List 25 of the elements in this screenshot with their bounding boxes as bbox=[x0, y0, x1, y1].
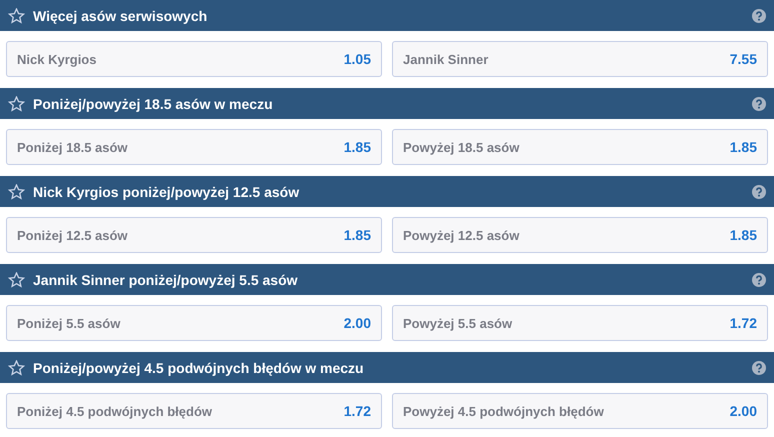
help-icon[interactable] bbox=[752, 184, 766, 198]
star-icon[interactable] bbox=[8, 272, 25, 288]
odds-button[interactable]: Powyżej 12.5 asów 1.85 bbox=[392, 217, 768, 253]
help-icon[interactable] bbox=[752, 96, 766, 110]
odds-button[interactable]: Poniżej 12.5 asów 1.85 bbox=[6, 217, 382, 253]
odds-button[interactable]: Poniżej 5.5 asów 2.00 bbox=[6, 305, 382, 341]
market-title: Nick Kyrgios poniżej/powyżej 12.5 asów bbox=[33, 184, 300, 200]
star-icon[interactable] bbox=[8, 96, 25, 112]
market-title: Więcej asów serwisowych bbox=[33, 8, 208, 24]
market-title: Poniżej/powyżej 18.5 asów w meczu bbox=[33, 96, 274, 112]
odds-button[interactable]: Poniżej 18.5 asów 1.85 bbox=[6, 129, 382, 165]
odds-button[interactable]: Powyżej 18.5 asów 1.85 bbox=[392, 129, 768, 165]
star-icon[interactable] bbox=[8, 8, 25, 24]
help-icon[interactable] bbox=[752, 272, 766, 286]
market-title: Jannik Sinner poniżej/powyżej 5.5 asów bbox=[33, 272, 299, 288]
star-icon[interactable] bbox=[8, 360, 25, 376]
odds-button[interactable]: Powyżej 5.5 asów 1.72 bbox=[392, 305, 768, 341]
market-title: Poniżej/powyżej 4.5 podwójnych błędów w meczu bbox=[33, 360, 365, 376]
help-icon[interactable] bbox=[752, 8, 766, 22]
odds-button[interactable]: Nick Kyrgios 1.05 bbox=[6, 41, 382, 77]
odds-button[interactable]: Poniżej 4.5 podwójnych błędów 1.72 bbox=[6, 393, 382, 429]
odds-button[interactable]: Powyżej 4.5 podwójnych błędów 2.00 bbox=[392, 393, 768, 429]
odds-button[interactable]: Jannik Sinner 7.55 bbox=[392, 41, 768, 77]
star-icon[interactable] bbox=[8, 184, 25, 200]
help-icon[interactable] bbox=[752, 360, 766, 374]
